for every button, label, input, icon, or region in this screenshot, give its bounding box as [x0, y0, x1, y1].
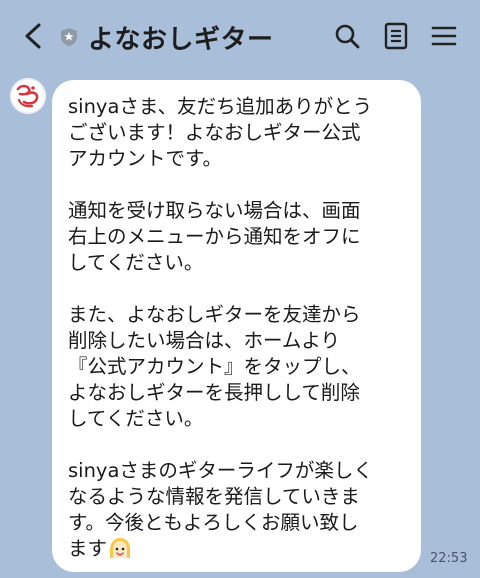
message-paragraph-4: sinyaさまのギターライフが楽しく なるような情報を発信していきま す。今後と… — [68, 458, 409, 562]
avatar-logo[interactable] — [10, 78, 46, 114]
notes-icon[interactable] — [382, 22, 410, 50]
back-chevron-icon[interactable] — [18, 20, 48, 52]
menu-icon[interactable] — [430, 22, 458, 50]
shield-icon — [61, 28, 77, 46]
search-icon[interactable] — [333, 22, 361, 50]
chat-title: よなおしギター — [88, 25, 274, 55]
smiling-face-emoji — [110, 538, 131, 558]
message-bubble[interactable]: sinyaさま、友だち追加ありがとう ございます！よなおしギター公式 アカウント… — [52, 80, 421, 572]
message-paragraph-2: 通知を受け取らない場合は、画面 右上のメニューから通知をオフに してください。 — [68, 199, 361, 274]
message-paragraph-3: また、よなおしギターを友達から 削除したい場合は、ホームより 『公式アカウント』… — [68, 303, 361, 430]
chat-header: よなおしギター — [0, 0, 480, 72]
message-timestamp: 22:53 — [430, 551, 468, 566]
message-paragraph-1: sinyaさま、友だち追加ありがとう ございます！よなおしギター公式 アカウント… — [68, 95, 373, 170]
